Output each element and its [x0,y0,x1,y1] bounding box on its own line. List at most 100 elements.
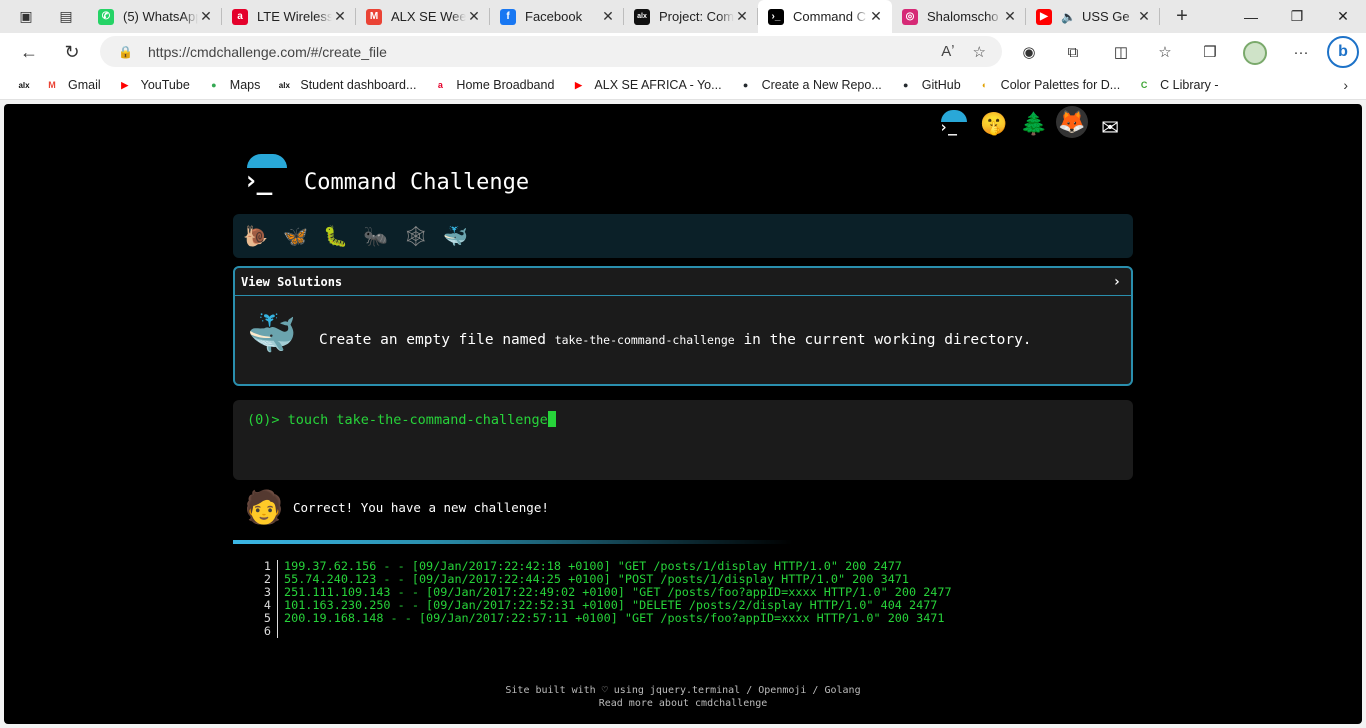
extension-record-icon[interactable]: ◉ [1015,38,1043,66]
browser-tab[interactable]: ›_ Command C ✕ [758,0,892,33]
tab-title[interactable]: ALX SE Week [391,9,466,24]
bookmark-label[interactable]: Maps [230,78,261,92]
bookmark-label[interactable]: ALX SE AFRICA - Yo... [594,78,721,92]
bookmark-item[interactable]: a Home Broadband [432,78,555,92]
terminal-input-line[interactable]: (0)> touch take-the-command-challenge [247,411,556,428]
terminal-prompt: (0)> [247,412,288,428]
bookmark-item[interactable]: alx [16,78,40,92]
bookmark-label[interactable]: C Library - [1160,78,1218,92]
new-tab-button[interactable]: + [1168,3,1196,31]
tab-title[interactable]: Project: Com [659,9,734,24]
bookmark-item[interactable]: C C Library - [1136,78,1219,92]
read-aloud-icon[interactable]: Aʼ [941,43,954,61]
bookmark-label[interactable]: GitHub [922,78,961,92]
close-tab-icon[interactable]: ✕ [466,8,482,25]
bookmark-label[interactable]: Create a New Repo... [762,78,882,92]
browser-tab[interactable]: ▶ 🔈 USS Ge ✕ [1026,0,1160,33]
tree-icon[interactable]: 🌲 [1016,106,1052,142]
address-bar[interactable]: 🔒 https://cmdchallenge.com/#/create_file… [100,36,1002,67]
lock-icon[interactable]: 🔒 [118,45,133,59]
tab-title[interactable]: USS Ge [1082,9,1136,24]
bookmark-item[interactable]: ● GitHub [898,78,961,92]
bookmark-item[interactable]: ◐ Color Palettes for D... [977,78,1121,92]
close-tab-icon[interactable]: ✕ [1002,8,1018,25]
tab-title[interactable]: Command C [793,9,868,24]
bing-copilot-icon[interactable]: b [1327,36,1359,68]
shushing-face-icon[interactable]: 🤫 [976,106,1012,142]
extensions-icon[interactable]: ⧉ [1059,38,1087,66]
bookmark-item[interactable]: ● Maps [206,78,261,92]
close-tab-icon[interactable]: ✕ [600,8,616,25]
tab-title[interactable]: LTE Wireless [257,9,332,24]
close-tab-icon[interactable]: ✕ [1136,8,1152,25]
tab-title[interactable]: Shalomscho [927,9,1002,24]
github-icon: ● [742,80,749,90]
bookmark-label[interactable]: Gmail [68,78,101,92]
back-button[interactable]: ← [12,35,46,69]
youtube-icon: ▶ [121,79,129,90]
restore-button[interactable]: ❐ [1274,0,1320,33]
tab-title[interactable]: Facebook [525,9,600,24]
browser-tab[interactable]: ✆ (5) WhatsApp ✕ [88,0,222,33]
bookmark-item[interactable]: ● Create a New Repo... [738,78,882,92]
vertical-tabs-icon[interactable]: ▤ [52,3,80,31]
browser-tab[interactable]: a LTE Wireless ✕ [222,0,356,33]
butterfly-icon[interactable]: 🦋 [283,224,308,248]
c-library-icon: C [1140,80,1148,90]
close-tab-icon[interactable]: ✕ [332,8,348,25]
palette-icon: ◐ [981,80,988,90]
minimize-button[interactable]: — [1228,0,1274,33]
tab-separator [1159,8,1160,25]
browser-tab[interactable]: M ALX SE Week ✕ [356,0,490,33]
alx-icon: alx [18,80,30,90]
url-text[interactable]: https://cmdchallenge.com/#/create_file [148,44,387,60]
close-window-button[interactable]: ✕ [1320,0,1366,33]
alx-icon: alx [278,80,290,90]
challenge-panel: View Solutions › 🐳 Create an empty file … [233,266,1133,386]
bookmark-item[interactable]: ▶ YouTube [117,78,190,92]
workspaces-icon[interactable]: ▣ [12,3,40,31]
bookmark-label[interactable]: Color Palettes for D... [1001,78,1121,92]
bookmark-label[interactable]: Student dashboard... [300,78,416,92]
snail-icon[interactable]: 🐌 [243,224,268,248]
terminal[interactable]: (0)> touch take-the-command-challenge [233,400,1133,480]
chevron-right-icon[interactable]: › [1343,77,1348,93]
refresh-button[interactable]: ↻ [55,35,89,69]
browser-tab[interactable]: f Facebook ✕ [490,0,624,33]
terminal-cursor [547,411,556,427]
favorites-icon[interactable]: ☆ [1151,38,1179,66]
bookmark-item[interactable]: M Gmail [44,78,101,92]
whale-icon[interactable]: 🐳 [443,224,468,248]
bookmark-label[interactable]: Home Broadband [456,78,554,92]
envelope-icon[interactable]: ✉ [1092,106,1128,142]
terminal-command[interactable]: touch take-the-command-challenge [288,412,548,428]
bookmark-item[interactable]: ▶ ALX SE AFRICA - Yo... [570,78,722,92]
profile-avatar[interactable] [1243,41,1267,65]
caterpillar-icon[interactable]: 🐛 [323,224,348,248]
browser-tab[interactable]: ◎ Shalomscho ✕ [892,0,1026,33]
view-solutions-bar[interactable]: View Solutions › [235,268,1131,296]
close-tab-icon[interactable]: ✕ [734,8,750,25]
tab-title[interactable]: (5) WhatsApp [123,9,198,24]
gmail-icon: M [48,80,56,90]
ant-icon[interactable]: 🐜 [363,224,388,248]
close-tab-icon[interactable]: ✕ [198,8,214,25]
view-solutions-label[interactable]: View Solutions [241,275,342,289]
spider-web-icon[interactable]: 🕸 [403,224,428,248]
footer-read-more-link[interactable]: Read more about cmdchallenge [4,697,1362,710]
gmail-icon: M [366,8,382,25]
close-tab-icon[interactable]: ✕ [868,8,884,25]
split-screen-icon[interactable]: ◫ [1107,38,1135,66]
speaker-icon[interactable]: 🔈 [1061,10,1076,24]
more-menu-icon[interactable]: ··· [1287,38,1315,66]
browser-tab[interactable]: alx Project: Com ✕ [624,0,758,33]
chevron-right-icon[interactable]: › [1113,274,1121,290]
collections-icon[interactable]: ❒ [1196,38,1224,66]
footer-credits[interactable]: Site built with ♡ using jquery.terminal … [4,684,1362,697]
favorite-star-icon[interactable]: ☆ [973,43,986,61]
gradient-divider [233,540,793,544]
gitlab-icon[interactable]: 🦊 [1056,106,1088,138]
bookmark-item[interactable]: alx Student dashboard... [276,78,417,92]
bookmark-label[interactable]: YouTube [141,78,190,92]
cmdchallenge-logo-icon[interactable]: ›_ [936,106,972,142]
